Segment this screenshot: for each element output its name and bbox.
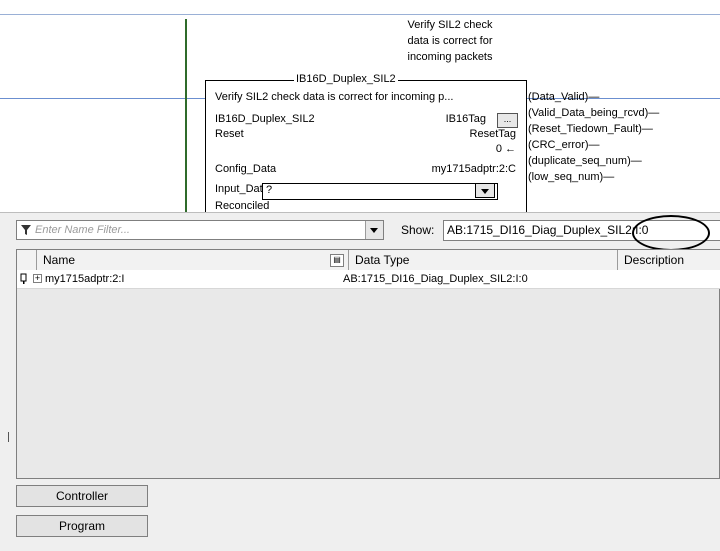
- tag-grid: Name ▤ Data Type Description + my1715adp…: [16, 249, 720, 479]
- chevron-down-icon: [481, 189, 489, 194]
- rung-wire-left: [0, 98, 205, 99]
- ellipsis-button[interactable]: ...: [497, 113, 518, 128]
- column-header-description[interactable]: Description: [618, 250, 720, 270]
- row-pointer-icon: [20, 273, 27, 284]
- program-scope-button[interactable]: Program: [16, 515, 148, 537]
- aoi-row-value[interactable]: ResetTag: [470, 128, 516, 140]
- aoi-row-value[interactable]: IB16Tag: [446, 113, 486, 125]
- rung-comment: Verify SIL2 check data is correct for in…: [407, 19, 493, 63]
- aoi-row-value[interactable]: my1715adptr:2:C: [432, 163, 516, 175]
- aoi-row-value: 0 ←: [495, 143, 516, 155]
- power-rail: [185, 19, 187, 212]
- aoi-row-label: IB16D_Duplex_SIL2: [215, 113, 315, 125]
- input-data-value: ?: [266, 184, 273, 196]
- aoi-title: IB16D_Duplex_SIL2: [294, 73, 398, 85]
- filter-placeholder: Enter Name Filter...: [35, 224, 130, 236]
- rung-divider: [0, 14, 720, 15]
- grid-header: Name ▤ Data Type Description: [17, 250, 720, 271]
- tag-data-type: AB:1715_DI16_Diag_Duplex_SIL2:I:0: [343, 273, 528, 285]
- coil-output[interactable]: (CRC_error)—: [528, 139, 600, 151]
- aoi-row-label: Reset: [215, 128, 244, 140]
- aoi-row-label: Config_Data: [215, 163, 277, 175]
- column-chooser-icon[interactable]: ▤: [330, 254, 344, 267]
- tag-name[interactable]: my1715adptr:2:I: [45, 270, 125, 288]
- column-header-name[interactable]: Name ▤: [37, 250, 349, 270]
- input-data-field[interactable]: ?: [262, 183, 498, 200]
- filter-icon: [21, 225, 31, 235]
- name-filter-input[interactable]: Enter Name Filter...: [16, 220, 384, 240]
- aoi-instruction-block[interactable]: IB16D_Duplex_SIL2 Verify SIL2 check data…: [205, 73, 527, 212]
- aoi-row-label: Reconciled: [215, 200, 270, 212]
- table-row[interactable]: + my1715adptr:2:I AB:1715_DI16_Diag_Dupl…: [17, 270, 720, 289]
- header-spacer: [17, 250, 37, 270]
- highlight-circle: [632, 215, 710, 251]
- show-label: Show:: [401, 223, 435, 237]
- coil-output[interactable]: (low_seq_num)—: [528, 171, 614, 183]
- filter-dropdown-button[interactable]: [365, 221, 383, 239]
- chevron-down-icon: [370, 228, 378, 233]
- aoi-description: Verify SIL2 check data is correct for in…: [215, 91, 454, 103]
- input-data-dropdown-button[interactable]: [475, 183, 495, 198]
- coil-output[interactable]: (Data_Valid)—: [528, 91, 599, 103]
- expand-icon[interactable]: +: [33, 274, 42, 283]
- tag-browser-panel: Enter Name Filter... Show: AB:1715_DI16_…: [0, 212, 720, 551]
- coil-output[interactable]: (duplicate_seq_num)—: [528, 155, 642, 167]
- column-header-data-type[interactable]: Data Type: [349, 250, 618, 270]
- coil-output[interactable]: (Reset_Tiedown_Fault)—: [528, 123, 653, 135]
- left-edge-mark: [8, 432, 9, 442]
- aoi-row-label: Input_Data: [215, 183, 269, 195]
- controller-scope-button[interactable]: Controller: [16, 485, 148, 507]
- ladder-editor: Verify SIL2 check data is correct for in…: [0, 0, 720, 212]
- coil-output[interactable]: (Valid_Data_being_rcvd)—: [528, 107, 659, 119]
